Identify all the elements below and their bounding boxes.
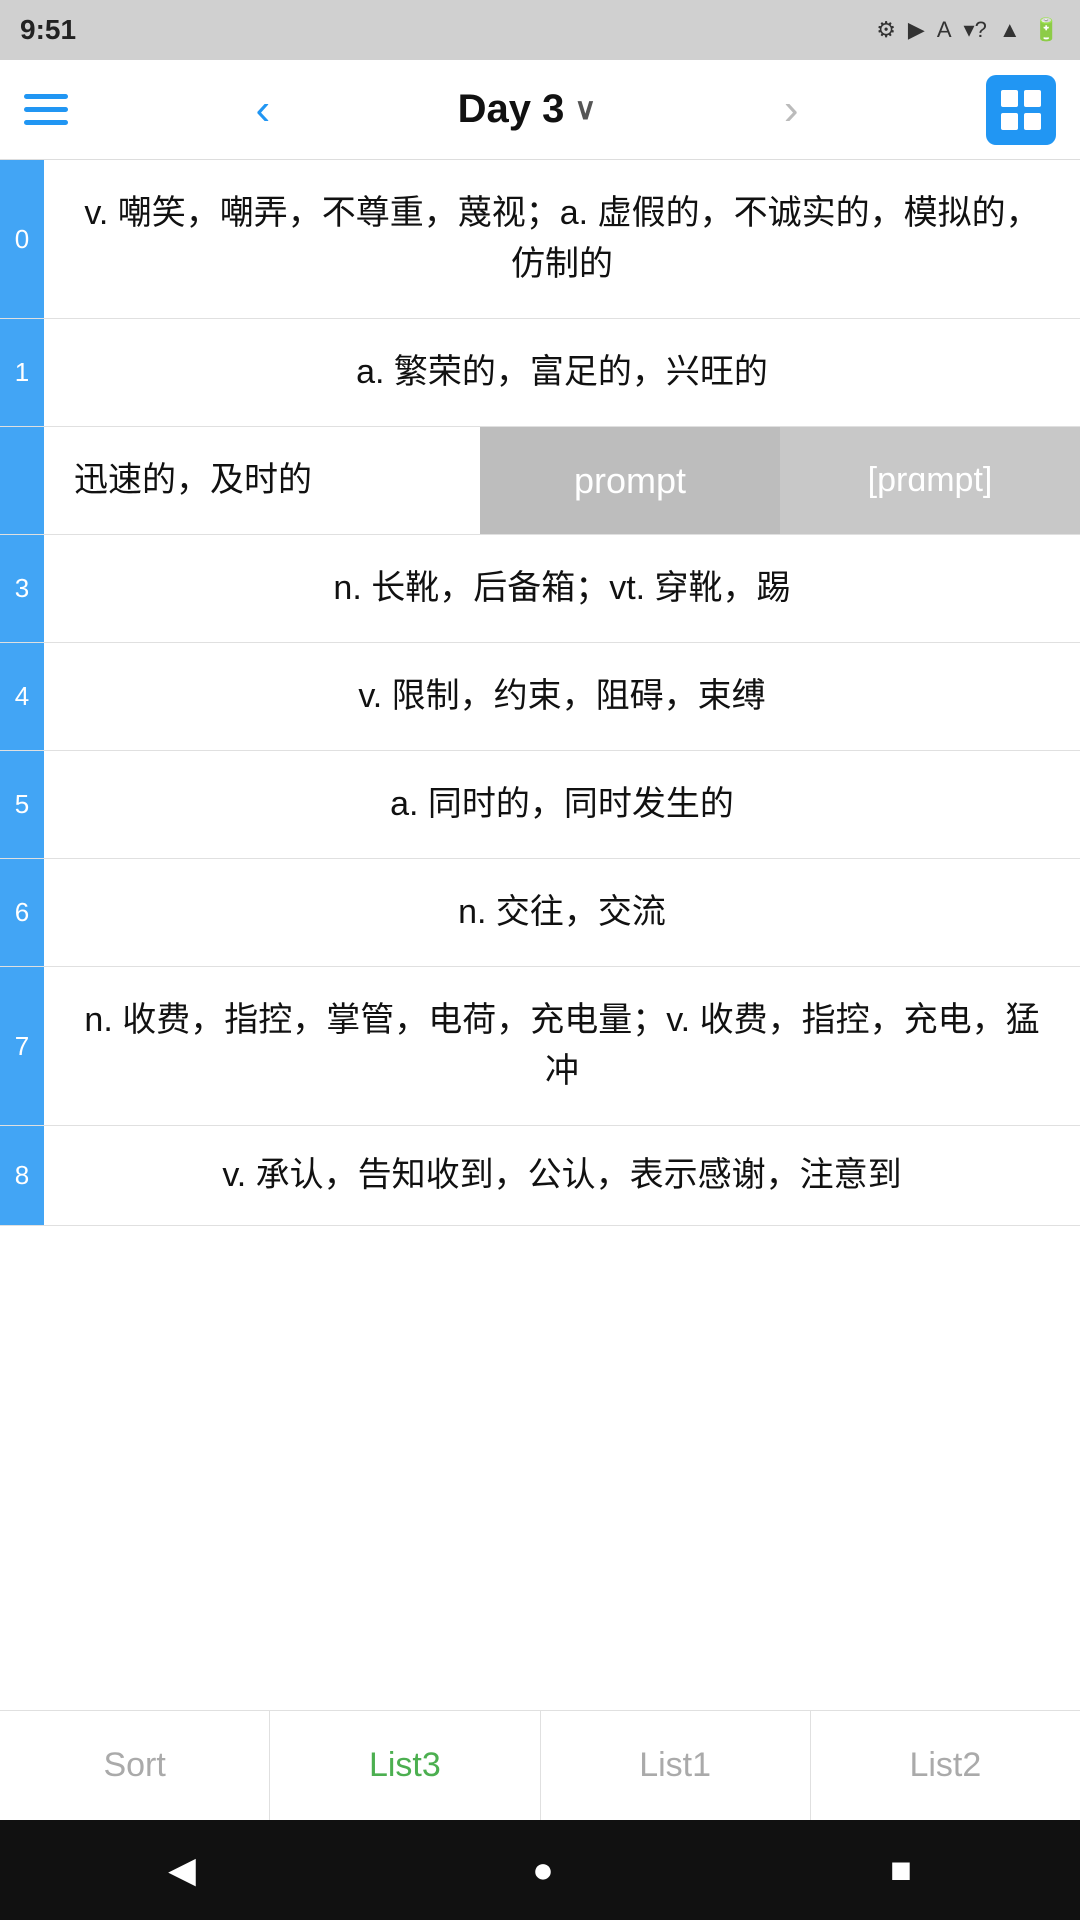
row-index-2	[0, 427, 44, 534]
popup-word-text[interactable]: prompt	[480, 427, 780, 534]
status-bar: 9:51 ⚙ ▶ A ▾? ▲ 🔋	[0, 0, 1080, 60]
row-definition-8[interactable]: v. 承认，告知收到，公认，表示感谢，注意到	[44, 1126, 1080, 1225]
partial-definition-2: 迅速的，及时的	[74, 455, 312, 506]
battery-icon: 🔋	[1033, 17, 1060, 43]
word-row[interactable]: 4 v. 限制，约束，阻碍，束缚	[0, 643, 1080, 751]
wifi-icon: ▾?	[964, 17, 987, 43]
bottom-tab-bar: Sort List3 List1 List2	[0, 1710, 1080, 1820]
tab-list2[interactable]: List2	[811, 1711, 1080, 1820]
status-time: 9:51	[20, 14, 76, 46]
play-icon: ▶	[908, 17, 925, 43]
row-index-3: 3	[0, 535, 44, 642]
word-row[interactable]: 1 a. 繁荣的，富足的，兴旺的	[0, 319, 1080, 427]
grid-view-button[interactable]	[986, 75, 1056, 145]
signal-icon: ▲	[999, 17, 1021, 43]
android-home-button[interactable]: ●	[532, 1849, 554, 1891]
row-definition-6[interactable]: n. 交往，交流	[44, 859, 1080, 966]
row-index-7: 7	[0, 967, 44, 1125]
tab-list3[interactable]: List3	[270, 1711, 540, 1820]
word-row-special[interactable]: 迅速的，及时的 prompt [prɑmpt]	[0, 427, 1080, 535]
word-row[interactable]: 7 n. 收费，指控，掌管，电荷，充电量；v. 收费，指控，充电，猛冲	[0, 967, 1080, 1126]
nav-title[interactable]: Day 3 ∨	[458, 87, 597, 132]
android-recents-button[interactable]: ■	[890, 1849, 912, 1891]
nav-title-text: Day 3	[458, 87, 565, 132]
row-index-8: 8	[0, 1126, 44, 1225]
tab-list3-label: List3	[369, 1746, 441, 1785]
word-row[interactable]: 3 n. 长靴，后备箱；vt. 穿靴，踢	[0, 535, 1080, 643]
word-row[interactable]: 8 v. 承认，告知收到，公认，表示感谢，注意到	[0, 1126, 1080, 1226]
chevron-down-icon: ∨	[574, 92, 596, 127]
row-index-6: 6	[0, 859, 44, 966]
tab-list2-label: List2	[909, 1746, 981, 1785]
word-row[interactable]: 6 n. 交往，交流	[0, 859, 1080, 967]
row-definition-7[interactable]: n. 收费，指控，掌管，电荷，充电量；v. 收费，指控，充电，猛冲	[44, 967, 1080, 1125]
hamburger-menu[interactable]	[24, 94, 68, 125]
row-definition-1[interactable]: a. 繁荣的，富足的，兴旺的	[44, 319, 1080, 426]
row-definition-0[interactable]: v. 嘲笑，嘲弄，不尊重，蔑视；a. 虚假的，不诚实的，模拟的，仿制的	[44, 160, 1080, 318]
popup-phonetic-text[interactable]: [prɑmpt]	[780, 427, 1080, 534]
tab-list1[interactable]: List1	[541, 1711, 811, 1820]
settings-icon: ⚙	[876, 17, 896, 43]
tab-sort-label: Sort	[103, 1746, 165, 1785]
word-row[interactable]: 0 v. 嘲笑，嘲弄，不尊重，蔑视；a. 虚假的，不诚实的，模拟的，仿制的	[0, 160, 1080, 319]
android-nav-bar: ◀ ● ■	[0, 1820, 1080, 1920]
row-definition-5[interactable]: a. 同时的，同时发生的	[44, 751, 1080, 858]
row-index-5: 5	[0, 751, 44, 858]
tab-list1-label: List1	[639, 1746, 711, 1785]
word-list: 0 v. 嘲笑，嘲弄，不尊重，蔑视；a. 虚假的，不诚实的，模拟的，仿制的 1 …	[0, 160, 1080, 1710]
row-index-4: 4	[0, 643, 44, 750]
row-definition-4[interactable]: v. 限制，约束，阻碍，束缚	[44, 643, 1080, 750]
word-popup[interactable]: prompt [prɑmpt]	[480, 427, 1080, 534]
top-nav: ‹ Day 3 ∨ ›	[0, 60, 1080, 160]
row-index-1: 1	[0, 319, 44, 426]
grid-icon	[999, 88, 1043, 132]
row-definition-3[interactable]: n. 长靴，后备箱；vt. 穿靴，踢	[44, 535, 1080, 642]
android-back-button[interactable]: ◀	[168, 1849, 196, 1891]
row-index-0: 0	[0, 160, 44, 318]
tab-sort[interactable]: Sort	[0, 1711, 270, 1820]
word-row[interactable]: 5 a. 同时的，同时发生的	[0, 751, 1080, 859]
forward-button[interactable]: ›	[784, 88, 799, 132]
back-button[interactable]: ‹	[255, 88, 270, 132]
status-icons: ⚙ ▶ A ▾? ▲ 🔋	[876, 17, 1060, 43]
text-icon: A	[937, 17, 952, 43]
